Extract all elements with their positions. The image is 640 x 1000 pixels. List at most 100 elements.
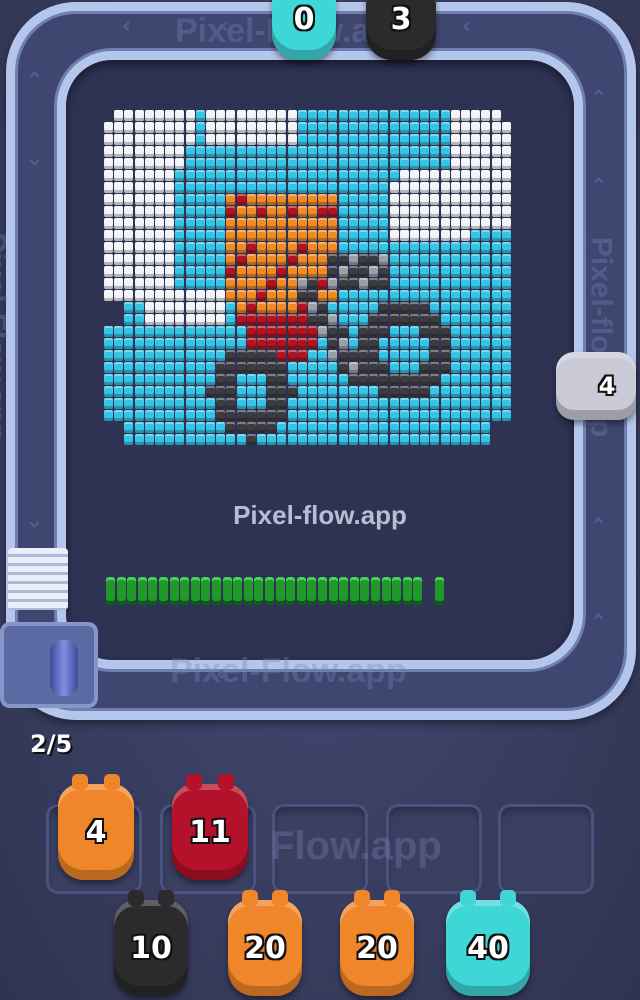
- pixel-cell: [246, 278, 256, 289]
- pixel-cell: [257, 158, 266, 169]
- pixel-cell: [134, 134, 144, 145]
- queue-pig[interactable]: 40: [446, 890, 530, 996]
- track-pig: 4: [556, 352, 636, 420]
- pixel-cell: [440, 326, 450, 337]
- pixel-cell: [124, 398, 134, 409]
- pixel-cell: [338, 422, 348, 433]
- pixel-cell: [369, 170, 379, 181]
- pixel-cell: [389, 398, 399, 409]
- pixel-cell: [501, 134, 511, 145]
- pixel-cell: [410, 326, 419, 337]
- queue-pig[interactable]: 20: [340, 890, 414, 996]
- pixel-cell: [277, 434, 287, 445]
- pixel-cell: [144, 242, 154, 253]
- pixel-cell: [450, 170, 460, 181]
- pixel-cell: [287, 410, 297, 421]
- pixel-cell: [124, 146, 134, 157]
- pixel-cell: [359, 350, 368, 361]
- pixel-cell: [338, 182, 348, 193]
- pixel-cell: [308, 314, 317, 325]
- pixel-cell: [277, 290, 287, 301]
- slot-pig[interactable]: 4: [58, 774, 134, 880]
- pixel-cell: [287, 242, 297, 253]
- pixel-cell: [257, 398, 266, 409]
- pixel-cell: [491, 410, 501, 421]
- pixel-cell: [267, 302, 277, 313]
- pixel-cell: [440, 146, 450, 157]
- pixel-cell: [246, 410, 256, 421]
- pig-value: 40: [467, 930, 509, 966]
- pixel-cell: [481, 374, 491, 385]
- pixel-cell: [440, 158, 450, 169]
- pixel-cell: [430, 422, 440, 433]
- pixel-cell: [206, 170, 215, 181]
- queue-pig[interactable]: 10: [114, 890, 188, 996]
- pixel-cell: [206, 350, 215, 361]
- pixel-cell: [328, 170, 338, 181]
- pixel-cell: [165, 170, 175, 181]
- pixel-cell: [236, 434, 246, 445]
- pixel-cell: [165, 290, 175, 301]
- pixel-cell: [308, 194, 317, 205]
- pixel-cell: [185, 218, 195, 229]
- pixel-cell: [267, 338, 277, 349]
- pixel-cell: [328, 218, 338, 229]
- pixel-cell: [348, 254, 358, 265]
- pixel-cell: [134, 362, 144, 373]
- pixel-cell: [226, 182, 236, 193]
- pixel-cell: [481, 122, 491, 133]
- pixel-cell: [114, 374, 124, 385]
- pixel-cell: [359, 182, 368, 193]
- pixel-cell: [236, 326, 246, 337]
- pixel-cell: [399, 194, 409, 205]
- pixel-cell: [287, 398, 297, 409]
- pixel-cell: [420, 254, 430, 265]
- pixel-cell: [389, 170, 399, 181]
- pixel-cell: [195, 290, 205, 301]
- pixel-cell: [257, 122, 266, 133]
- pixel-cell: [338, 206, 348, 217]
- pixel-cell: [195, 218, 205, 229]
- pixel-cell: [104, 338, 113, 349]
- pixel-cell: [318, 434, 328, 445]
- pixel-cell: [501, 146, 511, 157]
- pixel-cell: [348, 170, 358, 181]
- queue-pig[interactable]: 20: [228, 890, 302, 996]
- pixel-cell: [134, 266, 144, 277]
- pixel-cell: [257, 194, 266, 205]
- pixel-cell: [216, 194, 226, 205]
- pixel-cell: [165, 350, 175, 361]
- pixel-cell: [114, 386, 124, 397]
- progress-segment: [339, 577, 349, 605]
- pixel-cell: [134, 410, 144, 421]
- pixel-cell: [471, 314, 481, 325]
- pixel-cell: [369, 410, 379, 421]
- pixel-cell: [461, 254, 470, 265]
- pixel-cell: [206, 146, 215, 157]
- pixel-cell: [430, 338, 440, 349]
- watermark-center: Pixel-flow.app: [233, 500, 407, 530]
- pixel-cell: [399, 278, 409, 289]
- pig-value: 10: [130, 930, 172, 966]
- progress-segment: [212, 577, 221, 605]
- pixel-cell: [185, 350, 195, 361]
- pixel-cell: [348, 218, 358, 229]
- waiting-slot[interactable]: [498, 804, 594, 894]
- pixel-cell: [318, 110, 328, 121]
- pixel-cell: [501, 218, 511, 229]
- pixel-cell: [267, 170, 277, 181]
- pixel-cell: [195, 206, 205, 217]
- launcher-dock[interactable]: [0, 622, 98, 708]
- pixel-cell: [481, 134, 491, 145]
- pixel-cell: [165, 110, 175, 121]
- pixel-cell: [165, 326, 175, 337]
- progress-segment: [286, 577, 296, 605]
- pixel-cell: [195, 374, 205, 385]
- progress-segment: [190, 577, 200, 605]
- pixel-cell: [369, 182, 379, 193]
- pixel-cell: [165, 146, 175, 157]
- slot-pig[interactable]: 11: [172, 774, 248, 880]
- pixel-cell: [369, 326, 379, 337]
- pixel-cell: [104, 266, 113, 277]
- pixel-cell: [297, 146, 307, 157]
